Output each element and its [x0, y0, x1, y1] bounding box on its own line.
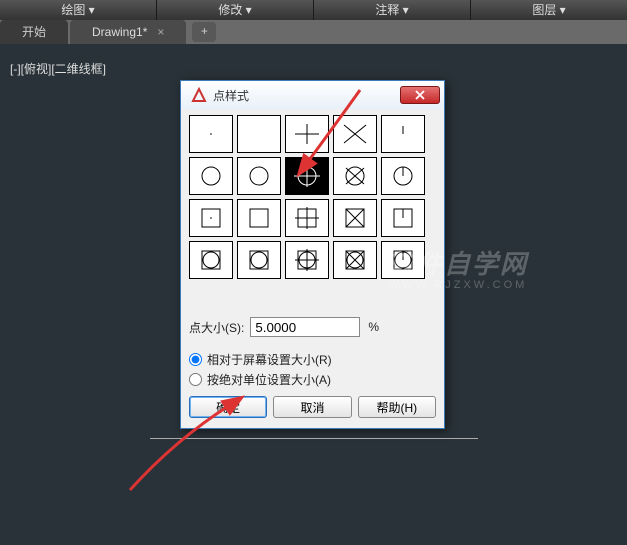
point-style-17[interactable]	[285, 241, 329, 279]
new-tab-button[interactable]: +	[192, 22, 216, 42]
point-style-3[interactable]	[333, 115, 377, 153]
watermark-line2: WWW.RJZXW.COM	[388, 279, 528, 291]
tab-drawing1[interactable]: Drawing1* ×	[70, 20, 186, 44]
ok-button[interactable]: 确定	[189, 396, 267, 418]
radio-relative[interactable]: 相对于屏幕设置大小(R)	[189, 351, 436, 368]
point-style-1[interactable]	[237, 115, 281, 153]
dialog-close-button[interactable]	[400, 86, 440, 104]
watermark-line1: 软件自学网	[388, 250, 528, 279]
menu-draw[interactable]: 绘图 ▾	[0, 0, 157, 20]
radio-absolute-label: 按绝对单位设置大小(A)	[207, 371, 331, 388]
point-style-14[interactable]	[381, 199, 425, 237]
watermark: 软件自学网 WWW.RJZXW.COM	[388, 250, 528, 291]
point-style-6[interactable]	[237, 157, 281, 195]
point-size-label: 点大小(S):	[189, 319, 244, 336]
autocad-icon	[191, 87, 207, 103]
radio-relative-label: 相对于屏幕设置大小(R)	[207, 351, 332, 368]
point-style-9[interactable]	[381, 157, 425, 195]
radio-absolute-input[interactable]	[189, 373, 202, 386]
point-style-4[interactable]	[381, 115, 425, 153]
horizontal-line	[150, 438, 478, 439]
dialog-title: 点样式	[213, 87, 400, 104]
dialog-buttons: 确定 取消 帮助(H)	[189, 396, 436, 418]
tabbar: 开始 Drawing1* × +	[0, 20, 627, 44]
menu-layer[interactable]: 图层 ▾	[471, 0, 627, 20]
point-style-7[interactable]	[285, 157, 329, 195]
menubar: 绘图 ▾ 修改 ▾ 注释 ▾ 图层 ▾	[0, 0, 627, 20]
radio-absolute[interactable]: 按绝对单位设置大小(A)	[189, 371, 436, 388]
point-style-11[interactable]	[237, 199, 281, 237]
point-style-8[interactable]	[333, 157, 377, 195]
point-style-10[interactable]	[189, 199, 233, 237]
tab-drawing1-label: Drawing1*	[92, 20, 147, 44]
point-style-15[interactable]	[189, 241, 233, 279]
point-style-2[interactable]	[285, 115, 329, 153]
percent-label: %	[368, 320, 379, 334]
point-size-input[interactable]	[250, 317, 360, 337]
view-label[interactable]: [-][俯视][二维线框]	[10, 60, 106, 77]
dialog-titlebar[interactable]: 点样式	[181, 81, 444, 109]
tab-start[interactable]: 开始	[0, 20, 68, 44]
point-style-12[interactable]	[285, 199, 329, 237]
radio-relative-input[interactable]	[189, 353, 202, 366]
close-tab-icon[interactable]: ×	[157, 20, 164, 44]
point-style-18[interactable]	[333, 241, 377, 279]
menu-modify[interactable]: 修改 ▾	[157, 0, 314, 20]
point-style-0[interactable]	[189, 115, 233, 153]
point-style-13[interactable]	[333, 199, 377, 237]
point-size-row: 点大小(S): %	[189, 317, 436, 337]
menu-annotate[interactable]: 注释 ▾	[314, 0, 471, 20]
cancel-button[interactable]: 取消	[273, 396, 351, 418]
point-style-16[interactable]	[237, 241, 281, 279]
help-button[interactable]: 帮助(H)	[358, 396, 436, 418]
size-mode-radios: 相对于屏幕设置大小(R) 按绝对单位设置大小(A)	[189, 351, 436, 388]
point-style-5[interactable]	[189, 157, 233, 195]
